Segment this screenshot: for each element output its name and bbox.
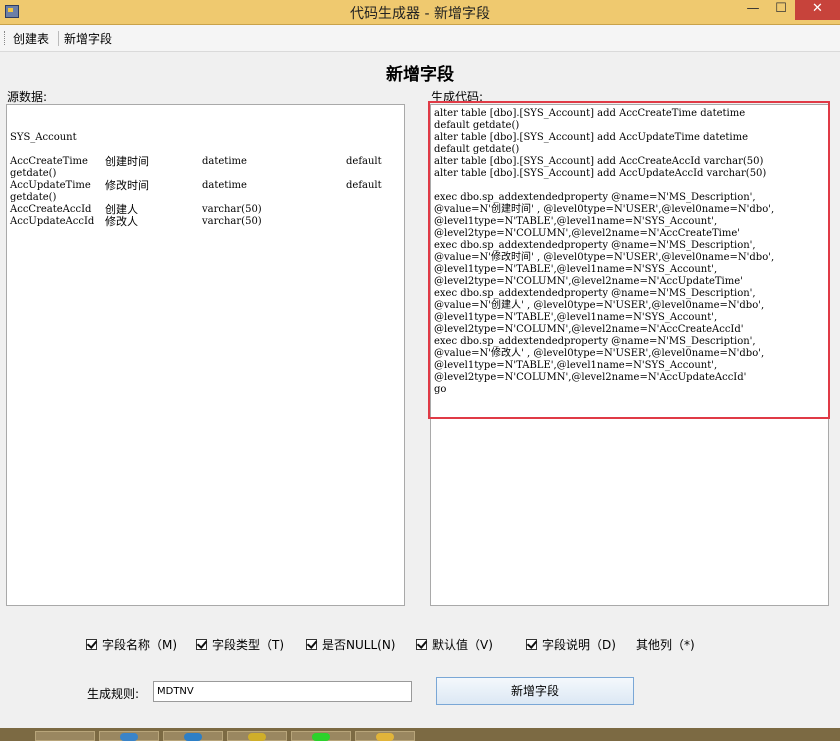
checkbox-label: 字段类型（T) — [212, 638, 285, 652]
code-line: @value=N'修改时间' , @level0type=N'USER',@le… — [434, 252, 775, 263]
source-cell-extra: default — [346, 156, 382, 167]
source-cell-type — [202, 168, 346, 180]
code-line: @level1type=N'TABLE',@level1name=N'SYS_A… — [434, 360, 718, 371]
check-icon — [196, 639, 207, 650]
field-name-checkbox[interactable]: 字段名称（M) — [86, 636, 177, 653]
source-cell-type: datetime — [202, 156, 247, 167]
checkbox-label: 默认值（V) — [432, 638, 493, 652]
other-columns-label: 其他列（*) — [636, 638, 695, 652]
taskbar-app-3[interactable] — [163, 731, 223, 741]
code-line: alter table [dbo].[SYS_Account] add AccU… — [434, 132, 749, 143]
add-field-button[interactable]: 新增字段 — [436, 677, 634, 705]
checkbox-label: 是否NULL(N) — [322, 638, 396, 652]
code-line: @level1type=N'TABLE',@level1name=N'SYS_A… — [434, 216, 718, 227]
taskbar-app-1[interactable] — [35, 731, 95, 741]
rule-label: 生成规则: — [87, 687, 140, 701]
source-table-name: SYS_Account — [10, 132, 77, 143]
check-icon — [86, 639, 97, 650]
maximize-button[interactable]: ☐ — [768, 0, 794, 20]
toolbar-grip — [4, 31, 7, 45]
source-cell-name: getdate() — [10, 168, 57, 179]
code-line: @value=N'创建时间' , @level0type=N'USER',@le… — [434, 204, 775, 215]
source-cell-desc: 修改人 — [105, 215, 138, 228]
taskbar — [0, 728, 840, 741]
nullable-checkbox[interactable]: 是否NULL(N) — [306, 636, 395, 653]
default-value-checkbox[interactable]: 默认值（V) — [416, 636, 493, 653]
menu-create-table[interactable]: 创建表 — [13, 30, 49, 47]
taskbar-app-4[interactable] — [227, 731, 287, 741]
code-line: alter table [dbo].[SYS_Account] add AccC… — [434, 108, 746, 119]
title-bar: 代码生成器 - 新增字段 — ☐ ✕ — [0, 0, 840, 25]
code-line: @level2type=N'COLUMN',@level2name=N'AccU… — [434, 276, 743, 287]
menu-bar: 创建表 新增字段 — [0, 25, 840, 52]
source-row: AccCreateTime 创建时间 datetime default — [10, 156, 401, 168]
code-line: exec dbo.sp_addextendedproperty @name=N'… — [434, 288, 756, 299]
code-line: exec dbo.sp_addextendedproperty @name=N'… — [434, 336, 756, 347]
code-line: @value=N'修改人' , @level0type=N'USER',@lev… — [434, 348, 765, 359]
taskbar-app-5[interactable] — [291, 731, 351, 741]
code-line: @level2type=N'COLUMN',@level2name=N'AccC… — [434, 228, 741, 239]
source-row: AccUpdateTime 修改时间 datetime default — [10, 180, 401, 192]
source-cell-name: AccUpdateTime — [10, 180, 91, 191]
code-line: @level1type=N'TABLE',@level1name=N'SYS_A… — [434, 312, 718, 323]
source-cell-name: AccCreateAccId — [10, 204, 92, 215]
check-icon — [526, 639, 537, 650]
code-line: alter table [dbo].[SYS_Account] add AccC… — [434, 156, 764, 167]
window-title: 代码生成器 - 新增字段 — [350, 6, 490, 22]
checkbox-label: 字段名称（M) — [102, 638, 178, 652]
source-cell-name: AccCreateTime — [10, 156, 88, 167]
code-line: @level2type=N'COLUMN',@level2name=N'AccU… — [434, 372, 747, 383]
checkbox-label: 字段说明（D) — [542, 638, 616, 652]
source-cell-desc: 修改时间 — [105, 179, 149, 192]
check-icon — [416, 639, 427, 650]
check-icon — [306, 639, 317, 650]
field-desc-checkbox[interactable]: 字段说明（D) — [526, 636, 616, 653]
close-button[interactable]: ✕ — [795, 0, 840, 20]
code-line: @level2type=N'COLUMN',@level2name=N'AccC… — [434, 324, 744, 335]
code-line: go — [434, 384, 447, 395]
page-title: 新增字段 — [386, 65, 454, 85]
generated-label: 生成代码: — [431, 90, 484, 104]
generated-code-textarea[interactable]: alter table [dbo].[SYS_Account] add AccC… — [430, 104, 829, 606]
source-cell-type: varchar(50) — [202, 216, 262, 227]
menu-separator — [58, 31, 59, 46]
source-row: AccUpdateAccId 修改人 varchar(50) — [10, 216, 401, 228]
source-textarea[interactable]: SYS_Account AccCreateTime 创建时间 datetime def… — [6, 104, 405, 606]
taskbar-app-2[interactable] — [99, 731, 159, 741]
field-type-checkbox[interactable]: 字段类型（T) — [196, 636, 284, 653]
source-row: getdate() — [10, 192, 401, 204]
source-row: getdate() — [10, 168, 401, 180]
source-cell-name: AccUpdateAccId — [10, 216, 95, 227]
menu-add-field[interactable]: 新增字段 — [64, 30, 112, 47]
code-line: default getdate() — [434, 120, 520, 131]
source-row: AccCreateAccId 创建人 varchar(50) — [10, 204, 401, 216]
taskbar-app-6[interactable] — [355, 731, 415, 741]
source-cell-desc: 创建时间 — [105, 155, 149, 168]
code-line: exec dbo.sp_addextendedproperty @name=N'… — [434, 192, 756, 203]
minimize-button[interactable]: — — [740, 0, 766, 20]
source-cell-extra: default — [346, 180, 382, 191]
source-cell-type: varchar(50) — [202, 204, 262, 215]
code-line: exec dbo.sp_addextendedproperty @name=N'… — [434, 240, 756, 251]
source-label: 源数据: — [7, 90, 48, 104]
source-cell-name: getdate() — [10, 192, 57, 203]
code-line: default getdate() — [434, 144, 520, 155]
code-line: @level1type=N'TABLE',@level1name=N'SYS_A… — [434, 264, 718, 275]
rule-input[interactable] — [153, 681, 412, 702]
code-line: @value=N'创建人' , @level0type=N'USER',@lev… — [434, 300, 765, 311]
source-cell-type — [202, 192, 346, 204]
source-cell-type: datetime — [202, 180, 247, 191]
code-line: alter table [dbo].[SYS_Account] add AccU… — [434, 168, 767, 179]
